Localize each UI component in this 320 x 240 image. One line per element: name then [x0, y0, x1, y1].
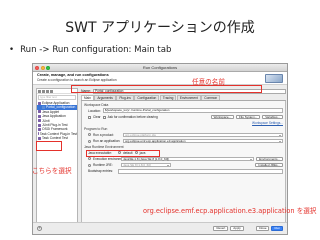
window-titlebar: Run Configurations	[33, 64, 287, 72]
run-product-select[interactable]: org.eclipse.platform.ide	[123, 132, 283, 138]
duplicate-config-icon[interactable]	[42, 89, 45, 93]
bullet: • Run -> Run configuration: Main tab	[9, 45, 172, 55]
dialog-header: Create, manage, and run configurations C…	[33, 72, 287, 85]
eclipse-icon	[42, 106, 45, 110]
runtime-jre-radio[interactable]	[88, 163, 91, 167]
tab-common[interactable]: Common	[201, 95, 221, 100]
runtime-jre-select[interactable]: Java SE 8 [1.8.0_60]	[121, 162, 171, 168]
tab-configuration[interactable]: Configuration	[134, 95, 160, 100]
execution-environment-select[interactable]: JavaSE-1.8 (Java SE 8 [1.8.0_60])	[121, 156, 255, 162]
ask-confirmation-checkbox[interactable]	[102, 115, 106, 119]
run-application-select[interactable]: org.eclipse.emf.ecp.application.e3.appli…	[123, 138, 283, 144]
junit-icon	[38, 119, 41, 123]
annotation-application: org.eclipse.emf.ecp.application.e3.appli…	[143, 207, 317, 215]
environments-button[interactable]: Environments...	[256, 156, 283, 162]
filter-config-icon[interactable]	[50, 89, 53, 93]
bullet-glyph: •	[9, 45, 15, 55]
variables-button[interactable]: Variables...	[262, 114, 283, 120]
tab-main[interactable]: Main	[81, 95, 94, 100]
installed-jres-button[interactable]: Installed JREs...	[255, 162, 283, 168]
bootstrap-row: Bootstrap entries:	[84, 169, 283, 175]
tree-item-task-context-test[interactable]: Task Context Test	[37, 136, 77, 140]
runtime-jre-row: Runtime JRE: Java SE 8 [1.8.0_60] Instal…	[84, 162, 283, 168]
run-application-highlight-box	[36, 141, 62, 151]
workspace-settings-row: Workspace Settings...	[84, 121, 283, 127]
new-config-icon[interactable]	[38, 89, 41, 93]
bootstrap-label: Bootstrap entries:	[88, 169, 113, 174]
java-icon	[38, 114, 41, 118]
ask-confirmation-label: Ask for confirmation before clearing	[107, 115, 158, 120]
workspace-button[interactable]: Workspace...	[210, 114, 235, 120]
run-banner-icon	[265, 74, 283, 83]
run-product-label: Run a product:	[93, 132, 114, 137]
tab-plug-ins[interactable]: Plug-ins	[116, 95, 134, 100]
run-application-radio[interactable]	[88, 139, 91, 143]
osgi-icon	[38, 128, 41, 132]
filter-input[interactable]: type filter text	[38, 95, 76, 100]
workspace-data-section: Workspace Data	[84, 103, 109, 108]
run-button[interactable]: Run	[271, 226, 283, 231]
clear-checkbox[interactable]	[88, 115, 91, 119]
slide-title: SWT アプリケーションの作成	[65, 20, 255, 36]
workspace-settings-link[interactable]: Workspace Settings...	[252, 121, 283, 125]
header-title: Create, manage, and run configurations	[37, 73, 109, 77]
revert-button[interactable]: Revert	[213, 226, 229, 231]
run-product-row: Run a product: org.eclipse.platform.ide	[84, 132, 283, 138]
window-title: Run Configurations	[142, 65, 178, 70]
delete-config-icon[interactable]	[46, 89, 49, 93]
close-button[interactable]: Close	[255, 226, 270, 231]
header-subtitle: Create a configuration to launch an Ecli…	[37, 78, 117, 82]
apply-button[interactable]: Apply	[230, 226, 244, 231]
eclipse-icon	[38, 101, 41, 105]
annotation-name: 任意の名前	[192, 78, 225, 86]
jre-section: Java Runtime Environment	[84, 145, 124, 150]
name-highlight-box	[71, 85, 262, 93]
execution-environment-label: Execution environment:	[93, 156, 127, 161]
run-product-radio[interactable]	[88, 133, 91, 137]
tab-environment[interactable]: Environment	[176, 95, 201, 100]
bootstrap-field[interactable]	[118, 169, 283, 174]
java-icon	[38, 110, 41, 114]
tab-arguments[interactable]: Arguments	[94, 95, 116, 100]
bullet-text: Run -> Run configuration: Main tab	[20, 45, 172, 55]
clear-label: Clear	[93, 115, 101, 120]
location-row: Location: ${workspace_loc}/../runtime-Po…	[84, 108, 283, 114]
task-icon	[38, 132, 39, 136]
dialog-button-bar: ? Revert Apply Close Run	[33, 222, 287, 234]
task-icon	[38, 136, 41, 140]
runtime-jre-label: Runtime JRE:	[93, 163, 113, 168]
location-field[interactable]: ${workspace_loc}/../runtime-Portal_confi…	[102, 108, 283, 113]
execution-environment-radio[interactable]	[88, 157, 91, 161]
junit-icon	[38, 123, 41, 127]
configuration-tree-pane: type filter text Eclipse Application Por…	[36, 88, 78, 223]
annotation-pick: こちらを選択	[32, 167, 72, 175]
run-application-row: Run an application: org.eclipse.emf.ecp.…	[84, 138, 283, 144]
application-select-highlight-box	[86, 150, 160, 157]
program-to-run-section: Program to Run	[84, 127, 108, 132]
location-label: Location:	[88, 108, 101, 113]
run-application-label: Run an application:	[93, 139, 121, 144]
file-system-button[interactable]: File System...	[236, 114, 261, 120]
help-icon[interactable]: ?	[37, 226, 42, 231]
workspace-options-row: Clear Ask for confirmation before cleari…	[84, 114, 283, 120]
tab-tracing[interactable]: Tracing	[159, 95, 177, 100]
